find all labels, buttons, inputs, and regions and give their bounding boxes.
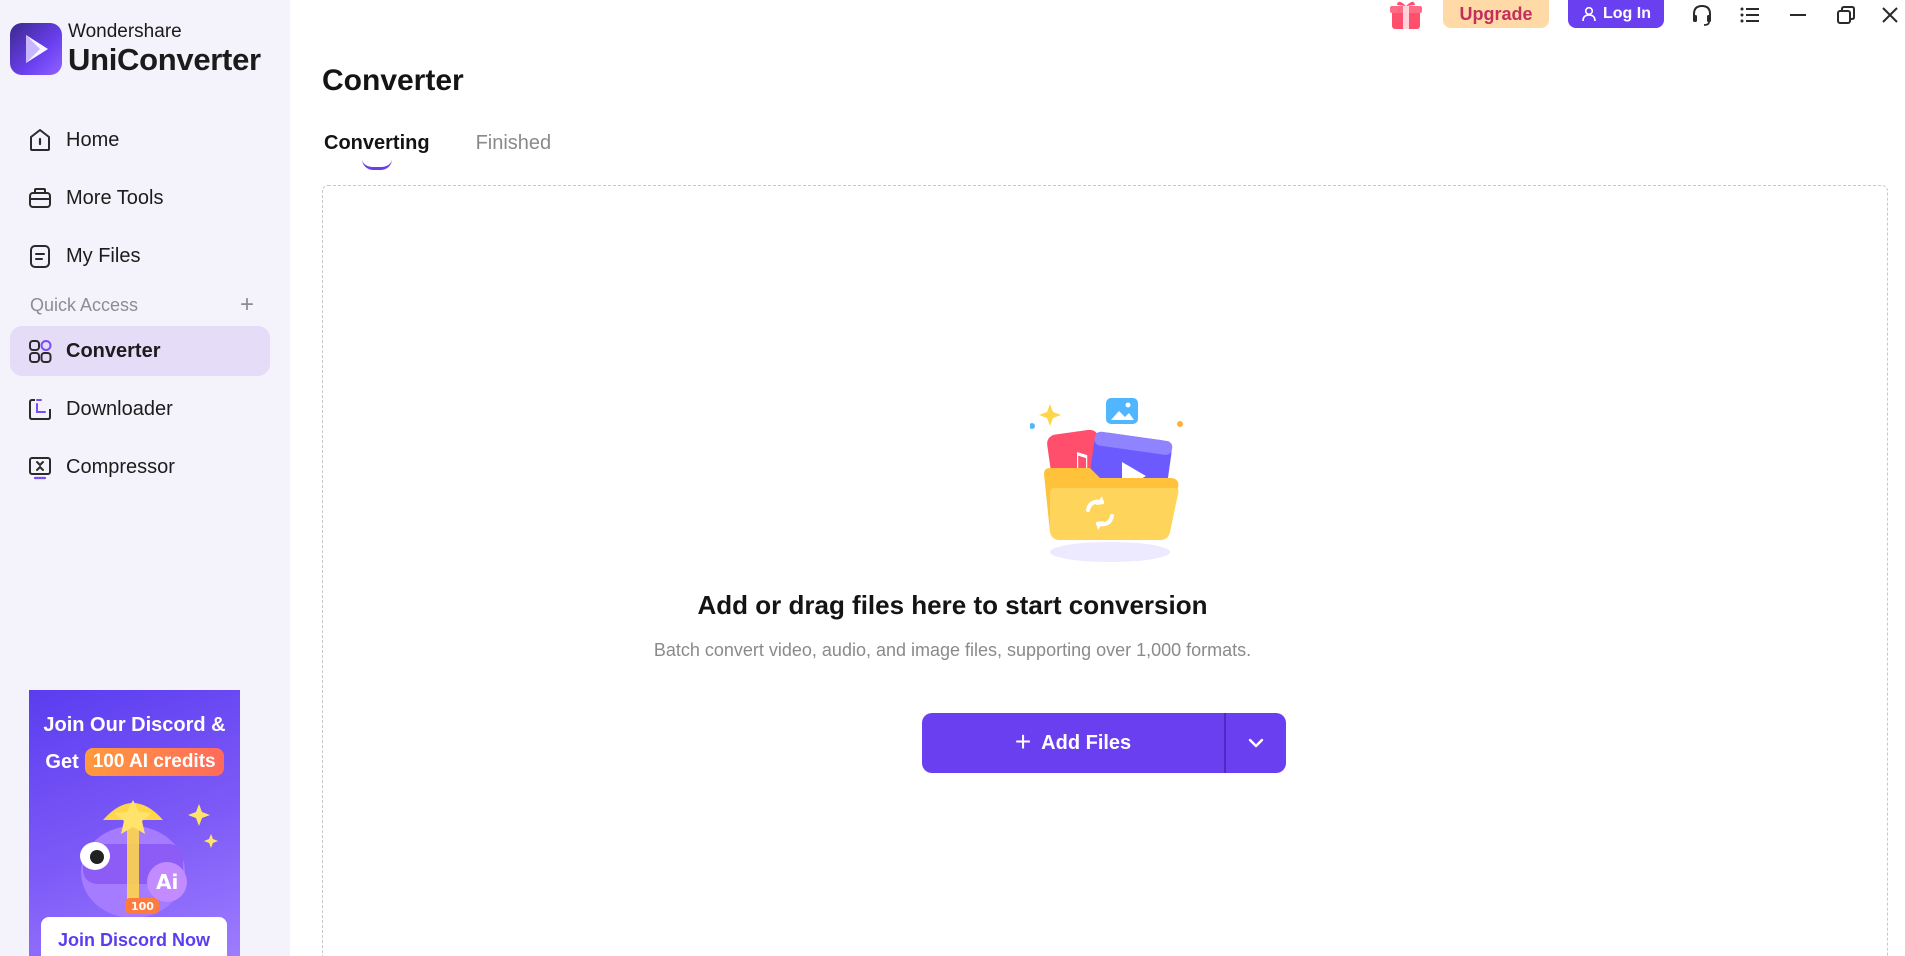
add-files-button-group: + Add Files	[922, 713, 1286, 773]
add-files-dropdown-button[interactable]	[1226, 713, 1286, 773]
sidebar-item-more-tools[interactable]: More Tools	[10, 173, 270, 223]
login-label: Log In	[1603, 5, 1651, 22]
dropzone-title: Add or drag files here to start conversi…	[697, 590, 1208, 620]
user-icon	[1582, 6, 1596, 22]
converter-icon	[26, 337, 54, 365]
plus-icon: +	[1014, 725, 1032, 757]
quick-access-header: Quick Access +	[30, 293, 254, 317]
page-title: Converter	[322, 64, 464, 97]
sidebar-item-label: Compressor	[66, 455, 175, 478]
tab-bar: Converting Finished	[324, 132, 552, 170]
credits-highlight: 100 AI credits	[84, 748, 224, 776]
sidebar-nav: Home More Tools My Files	[10, 115, 270, 289]
quick-access-label: Quick Access	[30, 294, 139, 315]
quick-access-nav: Converter Downloader Compressor	[10, 326, 270, 500]
toolbox-icon	[26, 184, 54, 212]
brand-sub: Wondershare	[68, 21, 182, 42]
app-logo-icon	[10, 22, 62, 75]
svg-text:Ai: Ai	[156, 870, 178, 894]
gift-icon[interactable]	[1388, 0, 1424, 30]
add-files-button[interactable]: + Add Files	[922, 713, 1224, 773]
promo-badge: 100	[131, 900, 154, 913]
sidebar-item-downloader[interactable]: Downloader	[10, 384, 270, 434]
promo-line-1: Join Our Discord &	[43, 714, 226, 736]
folder-media-illustration-icon: ♫	[1030, 398, 1183, 562]
sidebar-item-label: Downloader	[66, 397, 173, 420]
sidebar-item-label: My Files	[66, 244, 141, 267]
login-button[interactable]: Log In	[1568, 0, 1664, 28]
sidebar-item-my-files[interactable]: My Files	[10, 231, 270, 281]
sidebar-item-compressor[interactable]: Compressor	[10, 442, 270, 492]
add-files-label: Add Files	[1041, 731, 1132, 754]
sidebar-item-label: Converter	[66, 339, 161, 362]
brand[interactable]: Wondershare UniConverter	[10, 22, 261, 75]
dropzone-subtitle: Batch convert video, audio, and image fi…	[653, 640, 1252, 660]
sidebar-item-label: More Tools	[66, 186, 164, 209]
tab-converting[interactable]: Converting	[324, 132, 430, 170]
close-icon[interactable]	[1876, 2, 1904, 28]
sidebar: Wondershare UniConverter Home More Tools…	[0, 0, 290, 956]
headset-icon[interactable]	[1688, 2, 1716, 28]
brand-main: UniConverter	[68, 42, 261, 77]
download-icon	[26, 395, 54, 423]
minimize-icon[interactable]	[1784, 2, 1812, 28]
chevron-down-icon	[1248, 738, 1264, 748]
restore-icon[interactable]	[1832, 2, 1860, 28]
promo-line-2: Get 100 AI credits	[29, 748, 240, 776]
discord-promo-banner[interactable]: Join Our Discord & Get 100 AI credits Ai…	[29, 690, 240, 956]
add-quick-access-icon[interactable]: +	[240, 293, 254, 317]
mascot-gift-icon: Ai 100	[80, 800, 218, 918]
menu-icon[interactable]	[1736, 2, 1764, 28]
home-icon	[26, 126, 54, 154]
sidebar-item-converter[interactable]: Converter	[10, 326, 270, 376]
tab-finished[interactable]: Finished	[476, 132, 552, 166]
join-discord-button[interactable]: Join Discord Now	[41, 917, 227, 956]
upgrade-button[interactable]: Upgrade	[1443, 0, 1549, 28]
file-icon	[26, 242, 54, 270]
sidebar-item-home[interactable]: Home	[10, 115, 270, 165]
compress-icon	[26, 453, 54, 481]
promo-line-2-prefix: Get	[45, 750, 79, 773]
sidebar-item-label: Home	[66, 128, 120, 151]
